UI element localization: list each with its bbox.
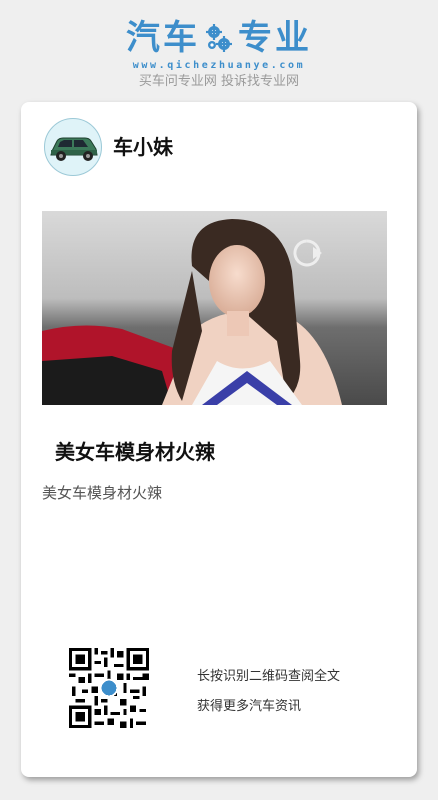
- article-card[interactable]: 车小妹 美女车模身材火辣 美女车模身材火辣 长按识别二维码查阅全文 获得更多汽车…: [21, 102, 417, 777]
- qr-caption-line1: 长按识别二维码查阅全文: [197, 669, 341, 684]
- brand-name-right: 专业: [238, 18, 312, 58]
- qr-code[interactable]: [69, 648, 149, 728]
- article-summary: 美女车模身材火辣: [42, 484, 163, 502]
- car-icon: [50, 137, 98, 161]
- brand-logo: 汽车 专业: [0, 16, 438, 60]
- avatar[interactable]: [44, 118, 102, 176]
- qr-caption-line2: 获得更多汽车资讯: [197, 699, 302, 714]
- article-image[interactable]: [42, 211, 387, 405]
- author-name[interactable]: 车小妹: [113, 134, 173, 160]
- article-headline[interactable]: 美女车模身材火辣: [55, 438, 215, 466]
- brand-name-left: 汽车: [126, 18, 200, 58]
- brand-url[interactable]: www.qichezhuanye.com: [0, 60, 438, 72]
- brand-header: 汽车 专业 www.qichezhuanye.com 买车问专业网 投诉找专业网: [0, 16, 438, 90]
- photo-icon: [42, 211, 387, 405]
- qr-caption: 长按识别二维码查阅全文 获得更多汽车资讯: [197, 662, 340, 722]
- gear-icon: [206, 24, 232, 52]
- qr-code-icon: [69, 648, 149, 728]
- brand-slogan: 买车问专业网 投诉找专业网: [138, 74, 300, 89]
